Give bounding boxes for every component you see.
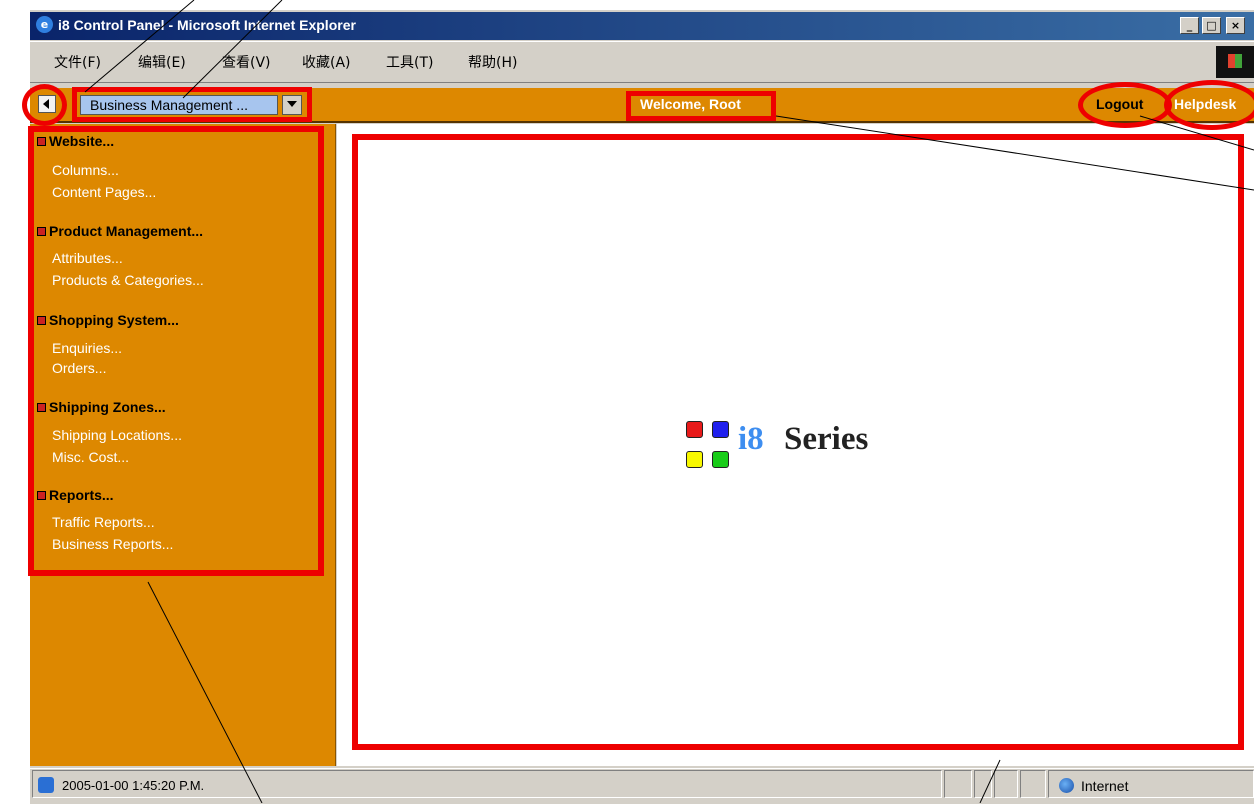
menu-help[interactable]: 帮助(H) [468,52,517,72]
security-zone-label: Internet [1081,778,1129,794]
menu-view[interactable]: 查看(V) [222,52,271,72]
annotation-box-select [72,87,312,122]
annotation-oval-logout [1078,82,1172,128]
annotation-oval-back [22,84,67,126]
status-panel [974,770,992,798]
menu-tools[interactable]: 工具(T) [386,52,433,72]
status-panel [994,770,1018,798]
status-zone-panel [1048,770,1254,798]
status-text: 2005-01-00 1:45:20 P.M. [62,778,205,793]
minimize-button[interactable]: _ [1180,17,1199,34]
page-icon [38,777,54,793]
window-title: i8 Control Panel - Microsoft Internet Ex… [58,17,356,33]
status-panel [1020,770,1046,798]
annotation-oval-helpdesk [1164,80,1254,130]
menu-file[interactable]: 文件(F) [54,52,101,72]
annotation-box-sidebar [28,126,324,576]
close-button[interactable]: × [1226,17,1245,34]
menu-edit[interactable]: 编辑(E) [138,52,186,72]
annotation-box-content [352,134,1244,750]
annotation-box-welcome [626,91,776,121]
menu-bar [30,41,1254,83]
windows-flag-icon [1228,54,1242,68]
status-panel [944,770,972,798]
menu-favorites[interactable]: 收藏(A) [302,52,351,72]
globe-icon [1059,778,1074,793]
maximize-button[interactable]: □ [1202,17,1221,34]
ie-icon: e [36,16,53,33]
